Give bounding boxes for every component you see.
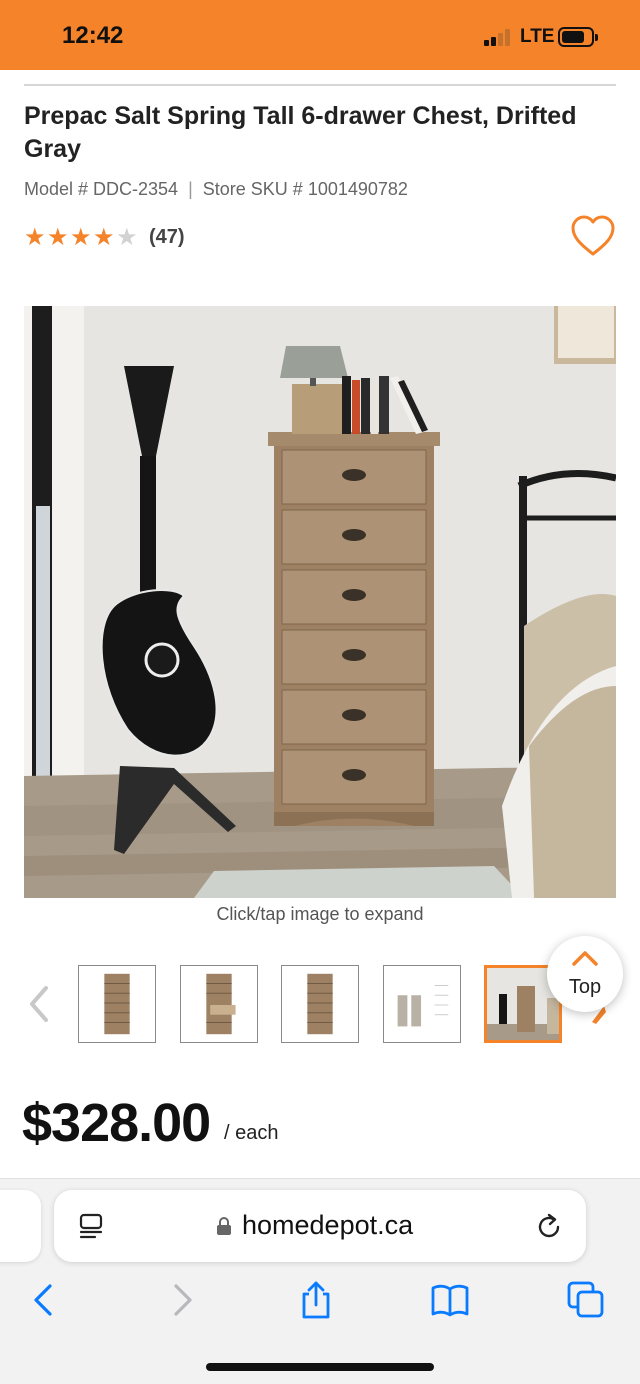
url-text[interactable]: homedepot.ca bbox=[242, 1210, 413, 1241]
thumbnail-item[interactable] bbox=[78, 965, 156, 1043]
product-title: Prepac Salt Spring Tall 6-drawer Chest, … bbox=[24, 100, 614, 166]
thumbnail-item[interactable] bbox=[281, 965, 359, 1043]
star-icon: ★ bbox=[93, 223, 115, 251]
network-label: LTE bbox=[520, 26, 555, 47]
review-count[interactable]: (47) bbox=[149, 226, 185, 249]
status-bar: 12:42 LTE bbox=[0, 0, 640, 70]
product-image[interactable] bbox=[24, 306, 616, 898]
back-icon[interactable] bbox=[24, 1280, 64, 1320]
price: $328.00 bbox=[22, 1093, 211, 1153]
star-icon: ★ bbox=[70, 223, 92, 251]
chevron-up-icon bbox=[572, 951, 598, 966]
heart-icon[interactable] bbox=[570, 214, 616, 258]
product-name: Salt Spring Tall 6-drawer Chest, Drifted… bbox=[24, 102, 577, 163]
star-rating: ★ ★ ★ ★ ★ bbox=[24, 225, 139, 249]
lock-icon bbox=[217, 1217, 231, 1235]
star-icon: ★ bbox=[116, 223, 138, 251]
separator: | bbox=[188, 179, 193, 199]
share-icon[interactable] bbox=[296, 1280, 336, 1320]
forward-icon[interactable] bbox=[162, 1280, 202, 1320]
thumbnail-item[interactable] bbox=[180, 965, 258, 1043]
reader-icon[interactable] bbox=[78, 1212, 106, 1240]
bookmarks-icon[interactable] bbox=[430, 1280, 470, 1320]
back-to-top-button[interactable]: Top bbox=[547, 936, 623, 1012]
thumbnail-item[interactable] bbox=[383, 965, 461, 1043]
address-bar[interactable]: homedepot.ca bbox=[54, 1190, 586, 1262]
previous-tab-preview[interactable] bbox=[0, 1190, 41, 1262]
star-icon: ★ bbox=[47, 223, 69, 251]
divider bbox=[24, 84, 616, 86]
signal-icon bbox=[484, 28, 514, 46]
store-sku: Store SKU # 1001490782 bbox=[202, 179, 408, 199]
tabs-icon[interactable] bbox=[566, 1280, 606, 1320]
battery-icon bbox=[558, 27, 598, 47]
price-unit: / each bbox=[224, 1122, 279, 1144]
model-number: Model # DDC-2354 bbox=[24, 179, 179, 199]
reload-icon[interactable] bbox=[536, 1212, 564, 1242]
home-indicator bbox=[206, 1363, 434, 1371]
product-brand[interactable]: Prepac bbox=[24, 102, 107, 130]
model-sku-row: Model # DDC-2354 | Store SKU # 1001490782 bbox=[24, 179, 408, 200]
chevron-left-icon[interactable] bbox=[26, 984, 52, 1024]
expand-hint: Click/tap image to expand bbox=[216, 904, 424, 924]
rating-row[interactable]: ★ ★ ★ ★ ★ (47) bbox=[24, 224, 185, 250]
star-icon: ★ bbox=[24, 223, 46, 251]
back-to-top-label: Top bbox=[568, 976, 602, 998]
status-time: 12:42 bbox=[62, 22, 124, 49]
